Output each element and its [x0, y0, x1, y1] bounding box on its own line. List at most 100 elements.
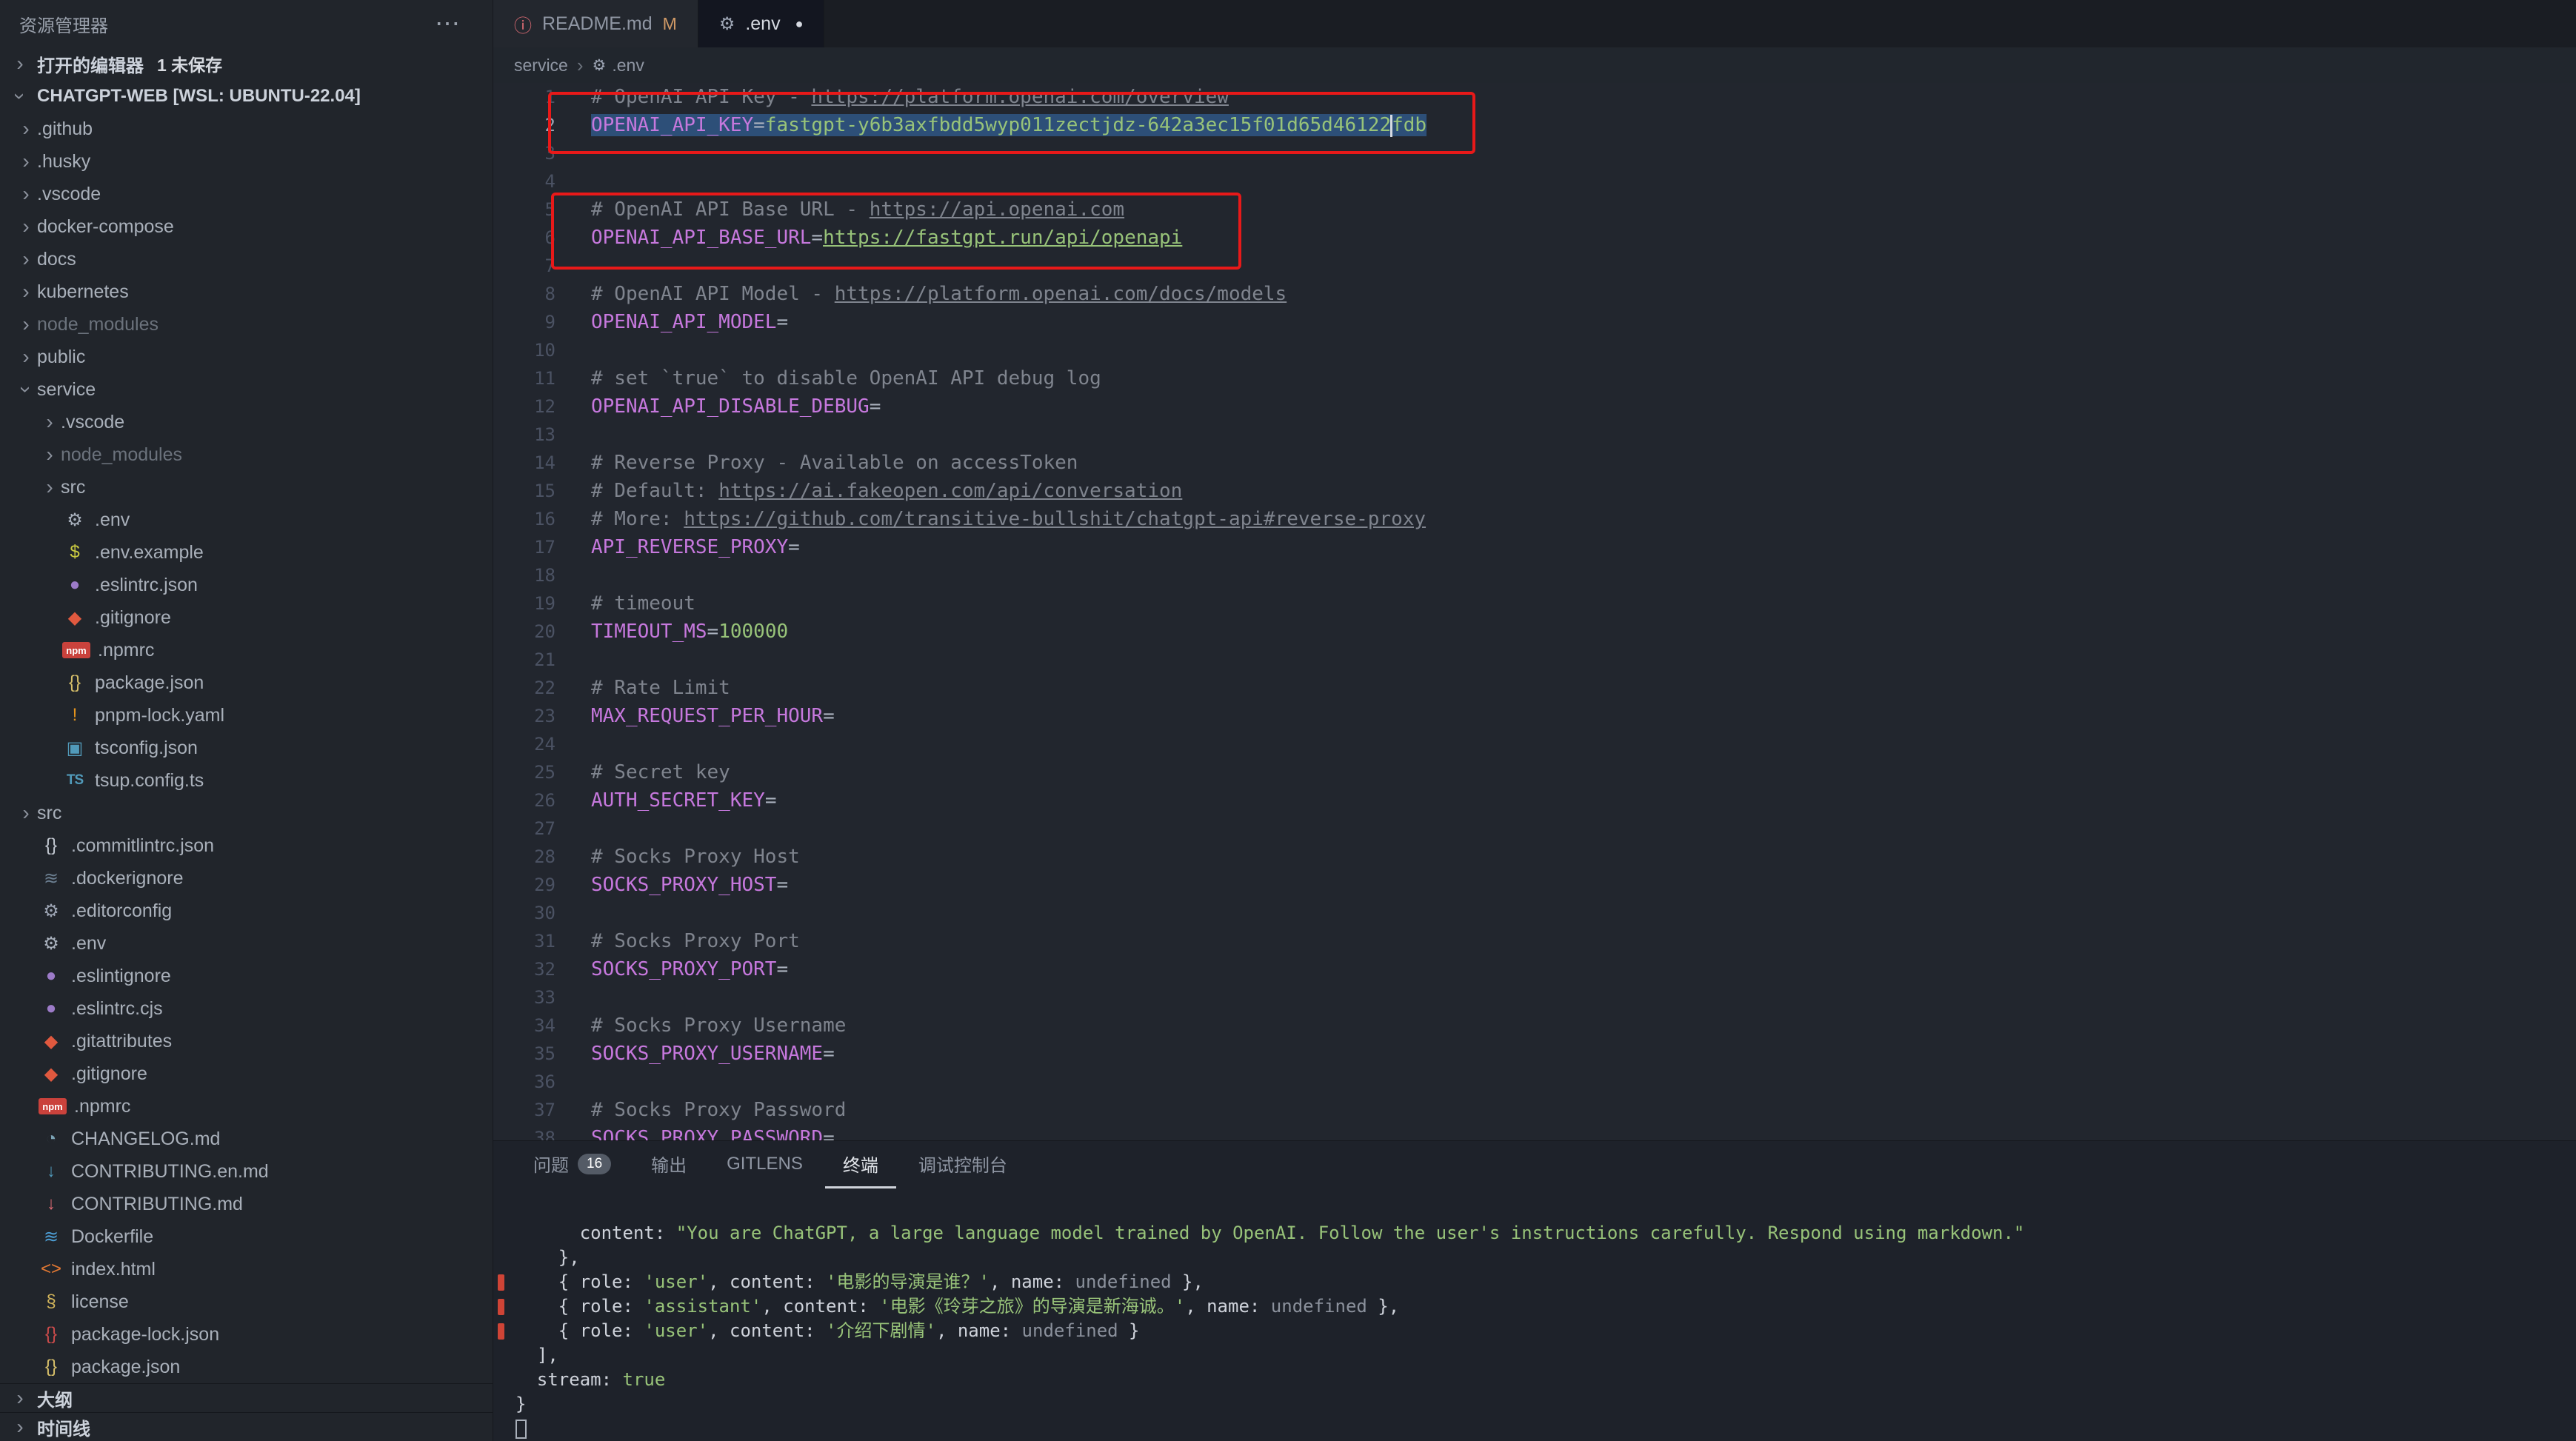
tree-file-.gitattributes[interactable]: ◆.gitattributes: [0, 1025, 493, 1057]
tree-file-pnpm-lock.yaml[interactable]: !pnpm-lock.yaml: [0, 699, 493, 732]
tree-file-.eslintrc.json[interactable]: ●.eslintrc.json: [0, 569, 493, 601]
code-line-19[interactable]: 19# timeout: [493, 589, 2576, 618]
line-number: 9: [493, 308, 555, 336]
breadcrumb-item-service[interactable]: service: [514, 56, 568, 76]
code-line-30[interactable]: 30: [493, 899, 2576, 927]
code-line-11[interactable]: 11# set `true` to disable OpenAI API deb…: [493, 364, 2576, 392]
code-line-23[interactable]: 23MAX_REQUEST_PER_HOUR=: [493, 702, 2576, 730]
code-line-14[interactable]: 14# Reverse Proxy - Available on accessT…: [493, 449, 2576, 477]
tree-folder-src[interactable]: ›src: [0, 797, 493, 829]
tree-file-.gitignore[interactable]: ◆.gitignore: [0, 601, 493, 634]
tree-file-package.json[interactable]: {}package.json: [0, 1351, 493, 1383]
tree-file-.npmrc[interactable]: npm.npmrc: [0, 634, 493, 666]
panel-tab-输出[interactable]: 输出: [633, 1141, 704, 1188]
code-line-15[interactable]: 15# Default: https://ai.fakeopen.com/api…: [493, 477, 2576, 505]
tree-file-.env.example[interactable]: $.env.example: [0, 536, 493, 569]
code-line-7[interactable]: 7: [493, 252, 2576, 280]
tree-file-tsconfig.json[interactable]: ▣tsconfig.json: [0, 732, 493, 764]
code-line-21[interactable]: 21: [493, 646, 2576, 674]
code-line-27[interactable]: 27: [493, 815, 2576, 843]
sidebar-title-row: 资源管理器 ⋯: [0, 0, 493, 47]
tree-file-.npmrc[interactable]: npm.npmrc: [0, 1090, 493, 1123]
tree-file-.env[interactable]: ⚙.env: [0, 927, 493, 960]
tree-folder-docker-compose[interactable]: ›docker-compose: [0, 210, 493, 243]
panel-tab-问题[interactable]: 问题16: [515, 1141, 629, 1188]
code-line-33[interactable]: 33: [493, 983, 2576, 1012]
tree-file-.env[interactable]: ⚙.env: [0, 504, 493, 536]
timeline-header[interactable]: › 时间线: [0, 1412, 493, 1441]
code-line-24[interactable]: 24: [493, 730, 2576, 758]
code-line-2[interactable]: 2OPENAI_API_KEY=fastgpt-y6b3axfbdd5wyp01…: [493, 111, 2576, 139]
tree-folder-.github[interactable]: ›.github: [0, 113, 493, 145]
code-line-6[interactable]: 6OPENAI_API_BASE_URL=https://fastgpt.run…: [493, 224, 2576, 252]
tab-label: README.md: [542, 13, 653, 35]
code-line-1[interactable]: 1# OpenAI API Key - https://platform.ope…: [493, 83, 2576, 111]
code-line-35[interactable]: 35SOCKS_PROXY_USERNAME=: [493, 1040, 2576, 1068]
code-line-18[interactable]: 18: [493, 561, 2576, 589]
panel-tab-终端[interactable]: 终端: [825, 1141, 896, 1188]
code-line-31[interactable]: 31# Socks Proxy Port: [493, 927, 2576, 955]
braces-icon: {}: [39, 835, 64, 856]
tree-file-CHANGELOG.md[interactable]: ◔CHANGELOG.md: [0, 1123, 493, 1155]
chevron-right-icon: ›: [15, 117, 37, 141]
more-actions-icon[interactable]: ⋯: [435, 11, 460, 36]
code-line-5[interactable]: 5# OpenAI API Base URL - https://api.ope…: [493, 195, 2576, 224]
tree-file-CONTRIBUTING.en.md[interactable]: ↓CONTRIBUTING.en.md: [0, 1155, 493, 1188]
tree-file-.eslintignore[interactable]: ●.eslintignore: [0, 960, 493, 992]
tree-file-.gitignore[interactable]: ◆.gitignore: [0, 1057, 493, 1090]
tree-folder-.vscode[interactable]: ›.vscode: [0, 178, 493, 210]
code-line-34[interactable]: 34# Socks Proxy Username: [493, 1012, 2576, 1040]
tree-folder-.vscode[interactable]: ›.vscode: [0, 406, 493, 438]
code-line-10[interactable]: 10: [493, 336, 2576, 364]
tab-README.md[interactable]: ⓘREADME.mdM: [493, 0, 698, 47]
code-line-13[interactable]: 13: [493, 421, 2576, 449]
tree-folder-kubernetes[interactable]: ›kubernetes: [0, 275, 493, 308]
code-line-25[interactable]: 25# Secret key: [493, 758, 2576, 786]
tree-file-package-lock.json[interactable]: {}package-lock.json: [0, 1318, 493, 1351]
code-line-22[interactable]: 22# Rate Limit: [493, 674, 2576, 702]
editor[interactable]: 1# OpenAI API Key - https://platform.ope…: [493, 83, 2576, 1140]
tree-file-.dockerignore[interactable]: ≋.dockerignore: [0, 862, 493, 895]
dirty-dot-icon[interactable]: ●: [795, 16, 804, 32]
tree-item-label: .env: [71, 933, 106, 954]
code-line-26[interactable]: 26AUTH_SECRET_KEY=: [493, 786, 2576, 815]
code-line-38[interactable]: 38SOCKS_PROXY_PASSWORD=: [493, 1124, 2576, 1140]
tree-folder-service[interactable]: ›service: [0, 373, 493, 406]
tree-file-index.html[interactable]: <>index.html: [0, 1253, 493, 1285]
project-header[interactable]: › CHATGPT-WEB [WSL: UBUNTU-22.04]: [0, 80, 493, 113]
code-line-4[interactable]: 4: [493, 167, 2576, 195]
code-line-8[interactable]: 8# OpenAI API Model - https://platform.o…: [493, 280, 2576, 308]
code-line-36[interactable]: 36: [493, 1068, 2576, 1096]
tree-folder-docs[interactable]: ›docs: [0, 243, 493, 275]
code-line-32[interactable]: 32SOCKS_PROXY_PORT=: [493, 955, 2576, 983]
breadcrumb-item-.env[interactable]: ⚙.env: [593, 56, 644, 76]
tree-file-package.json[interactable]: {}package.json: [0, 666, 493, 699]
code-line-17[interactable]: 17API_REVERSE_PROXY=: [493, 533, 2576, 561]
tree-file-CONTRIBUTING.md[interactable]: ↓CONTRIBUTING.md: [0, 1188, 493, 1220]
tree-folder-src[interactable]: ›src: [0, 471, 493, 504]
outline-header[interactable]: › 大纲: [0, 1383, 493, 1412]
code-line-37[interactable]: 37# Socks Proxy Password: [493, 1096, 2576, 1124]
tree-file-.eslintrc.cjs[interactable]: ●.eslintrc.cjs: [0, 992, 493, 1025]
code-line-28[interactable]: 28# Socks Proxy Host: [493, 843, 2576, 871]
code-line-16[interactable]: 16# More: https://github.com/transitive-…: [493, 505, 2576, 533]
code-line-12[interactable]: 12OPENAI_API_DISABLE_DEBUG=: [493, 392, 2576, 421]
tree-file-.editorconfig[interactable]: ⚙.editorconfig: [0, 895, 493, 927]
code-line-3[interactable]: 3: [493, 139, 2576, 167]
tree-file-.commitlintrc.json[interactable]: {}.commitlintrc.json: [0, 829, 493, 862]
tree-folder-node_modules[interactable]: ›node_modules: [0, 308, 493, 341]
code-line-29[interactable]: 29SOCKS_PROXY_HOST=: [493, 871, 2576, 899]
code-line-20[interactable]: 20TIMEOUT_MS=100000: [493, 618, 2576, 646]
tree-file-Dockerfile[interactable]: ≋Dockerfile: [0, 1220, 493, 1253]
tree-folder-.husky[interactable]: ›.husky: [0, 145, 493, 178]
tree-folder-node_modules[interactable]: ›node_modules: [0, 438, 493, 471]
open-editors-header[interactable]: › 打开的编辑器 1 未保存: [0, 47, 493, 80]
tree-file-license[interactable]: §license: [0, 1285, 493, 1318]
tree-folder-public[interactable]: ›public: [0, 341, 493, 373]
terminal-output[interactable]: content: "You are ChatGPT, a large langu…: [493, 1188, 2576, 1441]
code-line-9[interactable]: 9OPENAI_API_MODEL=: [493, 308, 2576, 336]
panel-tab-调试控制台[interactable]: 调试控制台: [901, 1141, 1025, 1188]
tree-file-tsup.config.ts[interactable]: TStsup.config.ts: [0, 764, 493, 797]
tab-.env[interactable]: ⚙.env●: [698, 0, 825, 47]
panel-tab-GITLENS[interactable]: GITLENS: [709, 1141, 821, 1188]
